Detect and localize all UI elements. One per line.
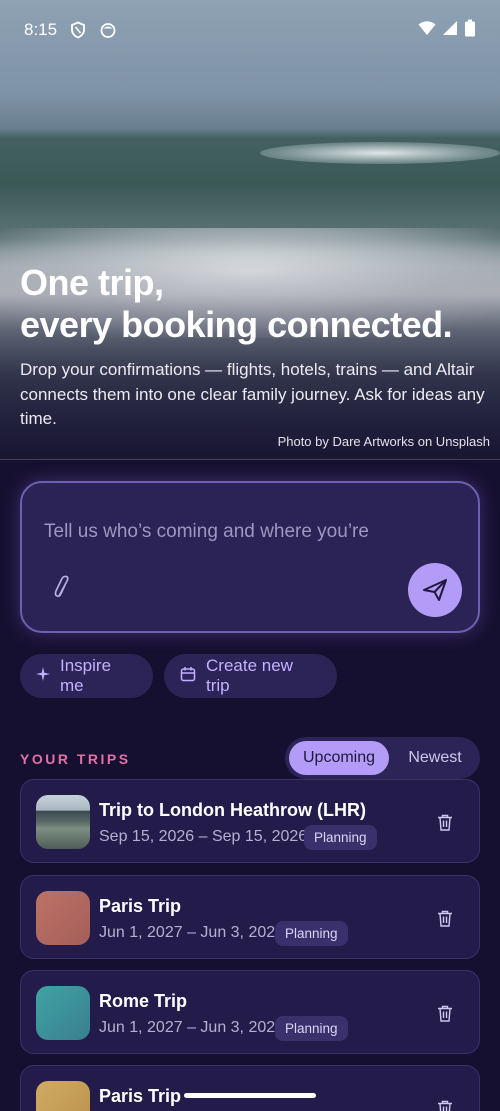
trip-dates: Jun 1, 2027 – Jun 3, 2027 xyxy=(99,924,285,941)
sort-upcoming-option[interactable]: Upcoming xyxy=(289,741,389,775)
delete-trip-button[interactable] xyxy=(437,1005,453,1022)
composer-input[interactable]: Tell us who’s coming and where you’re xyxy=(44,521,369,543)
shield-icon xyxy=(69,21,87,39)
trip-thumbnail xyxy=(36,986,90,1040)
cell-signal-icon xyxy=(442,20,458,41)
trip-title: Paris Trip xyxy=(99,1086,182,1106)
trip-card[interactable]: Paris Trip Jun 1, 2027 – Jun 3, 2027 Pla… xyxy=(20,875,480,959)
battery-icon xyxy=(464,19,476,42)
hero-headline: One trip, every booking connected. xyxy=(20,262,490,346)
trip-card[interactable]: Rome Trip Jun 1, 2027 – Jun 3, 2027 Plan… xyxy=(20,970,480,1054)
sort-toggle[interactable]: Upcoming Newest xyxy=(285,737,480,779)
headline-line-2: every booking connected. xyxy=(20,304,453,345)
hero-subtext: Drop your confirmations — flights, hotel… xyxy=(20,360,485,428)
delete-trip-button[interactable] xyxy=(437,814,453,831)
your-trips-heading: YOUR TRIPS xyxy=(20,751,131,767)
trip-dates: Jun 1, 2027 – Jun 3, 2027 xyxy=(99,1019,285,1036)
trip-title: Trip to London Heathrow (LHR) xyxy=(99,800,366,820)
trip-thumbnail xyxy=(36,1081,90,1111)
send-icon xyxy=(423,579,447,601)
status-time: 8:15 xyxy=(24,20,58,39)
trip-title: Rome Trip xyxy=(99,991,188,1011)
app-notification-icon xyxy=(99,21,117,39)
trip-prompt-composer[interactable]: Tell us who’s coming and where you’re xyxy=(20,481,480,633)
status-badge: Planning xyxy=(275,921,348,946)
trip-thumbnail xyxy=(36,795,90,849)
status-badge: Planning xyxy=(275,1016,348,1041)
delete-trip-button[interactable] xyxy=(437,1100,453,1111)
trip-thumbnail xyxy=(36,891,90,945)
hero-divider xyxy=(0,459,500,460)
trip-card[interactable]: Paris Trip xyxy=(20,1065,480,1111)
inspire-me-button[interactable]: Inspire me xyxy=(20,654,153,698)
trip-title: Paris Trip xyxy=(99,896,182,916)
sort-newest-option[interactable]: Newest xyxy=(397,741,473,775)
trip-dates: Sep 15, 2026 – Sep 15, 2026 xyxy=(99,828,308,845)
wifi-icon xyxy=(418,20,436,41)
create-new-trip-button[interactable]: Create new trip xyxy=(164,654,337,698)
trip-card[interactable]: Trip to London Heathrow (LHR) Sep 15, 20… xyxy=(20,779,480,863)
status-bar: 8:15 xyxy=(0,0,500,60)
create-new-trip-label: Create new trip xyxy=(206,656,293,695)
trash-icon xyxy=(438,910,452,927)
trash-icon xyxy=(438,814,452,831)
calendar-icon xyxy=(180,666,196,687)
delete-trip-button[interactable] xyxy=(437,910,453,927)
trash-icon xyxy=(438,1005,452,1022)
home-indicator[interactable] xyxy=(184,1093,316,1098)
status-badge: Planning xyxy=(304,825,377,850)
inspire-me-label: Inspire me xyxy=(60,656,112,695)
photo-credit[interactable]: Photo by Dare Artworks on Unsplash xyxy=(278,434,490,449)
trash-icon xyxy=(438,1100,452,1111)
attach-icon[interactable] xyxy=(52,575,74,601)
send-button[interactable] xyxy=(408,563,462,617)
sparkle-icon xyxy=(36,666,50,686)
headline-line-1: One trip, xyxy=(20,262,164,303)
